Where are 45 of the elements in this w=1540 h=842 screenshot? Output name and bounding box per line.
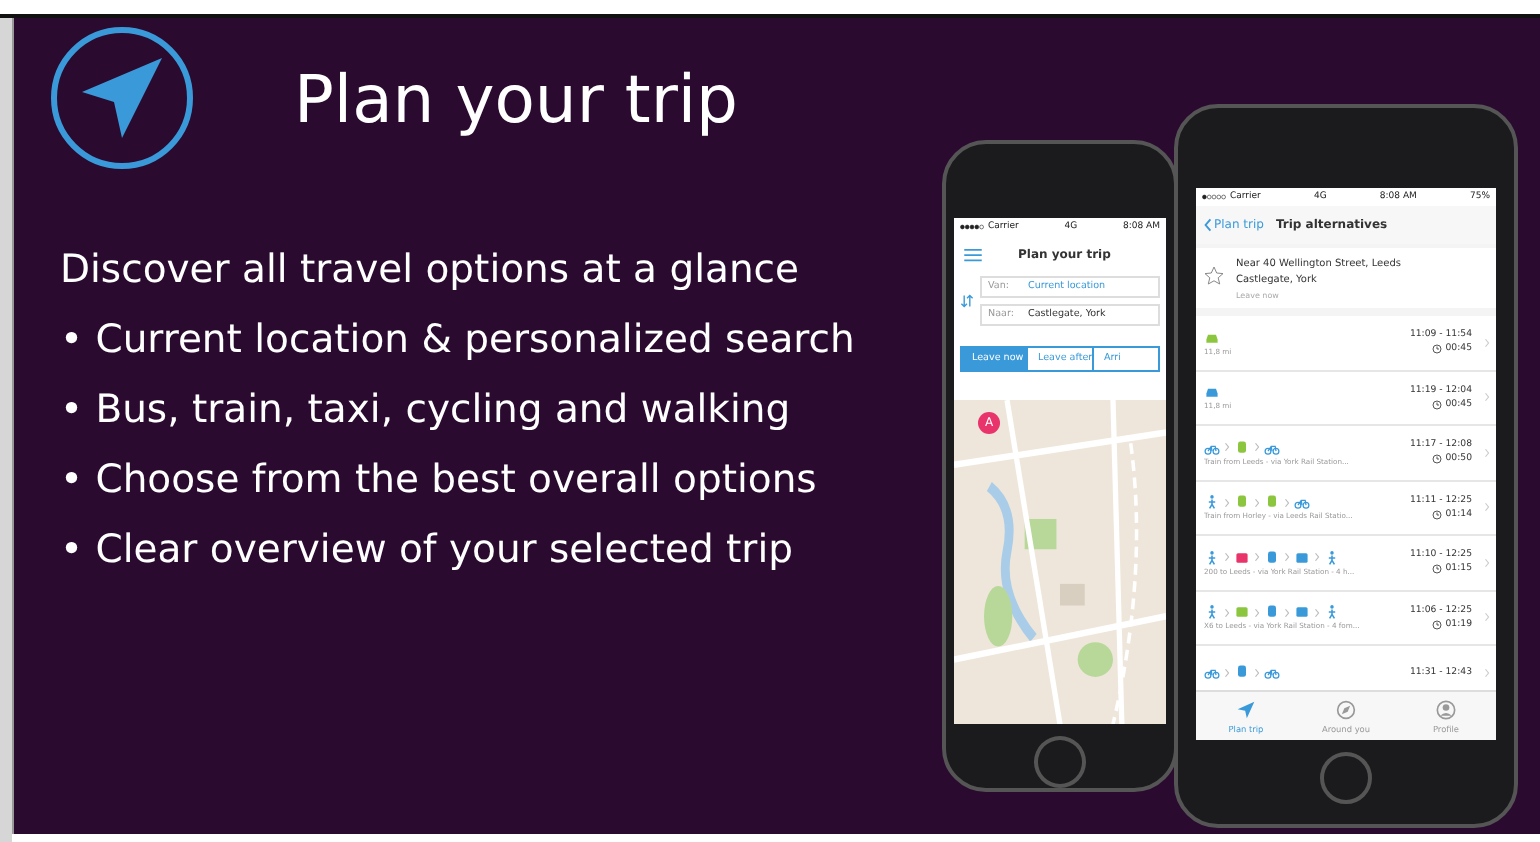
chevron-icon [1224, 552, 1230, 563]
chevron-icon [1254, 442, 1260, 453]
chevron-icon [1484, 667, 1490, 678]
chevron-icon [1314, 607, 1320, 618]
chevron-icon [1254, 607, 1260, 618]
chevron-icon [1484, 502, 1490, 513]
signal-icon [960, 224, 984, 230]
chevron-icon [1254, 667, 1260, 678]
chevron-icon [1224, 667, 1230, 678]
intro-text: Discover all travel options at a glance [60, 246, 800, 292]
slide-title: Plan your trip [294, 59, 739, 137]
bullet-text: • Clear overview of your selected trip [60, 526, 793, 572]
bullet-text: • Choose from the best overall options [60, 456, 817, 502]
swap-icon[interactable] [960, 294, 974, 308]
clock-icon [1431, 344, 1442, 355]
clock-icon [1431, 399, 1442, 410]
profile-icon [1436, 699, 1456, 719]
chevron-icon [1484, 612, 1490, 623]
navigation-arrow-icon [1236, 699, 1256, 719]
clock-icon [1431, 509, 1442, 520]
chevron-icon [1314, 552, 1320, 563]
chevron-icon [1284, 552, 1290, 563]
chevron-icon [1224, 442, 1230, 453]
chevron-icon [1484, 392, 1490, 403]
chevron-icon [1484, 557, 1490, 568]
bullet-text: • Current location & personalized search [60, 316, 855, 362]
chevron-icon [1254, 497, 1260, 508]
clock-icon [1431, 619, 1442, 630]
chevron-icon [1254, 552, 1260, 563]
clock-icon [1431, 454, 1442, 465]
compass-icon [1336, 699, 1356, 719]
chevron-icon [1224, 607, 1230, 618]
menu-icon[interactable] [964, 247, 982, 261]
back-chevron-icon [1204, 218, 1212, 232]
signal-icon [1202, 194, 1226, 200]
chevron-icon [1224, 497, 1230, 508]
clock-icon [1431, 564, 1442, 575]
chevron-icon [1484, 447, 1490, 458]
chevron-icon [1284, 497, 1290, 508]
star-icon[interactable] [1204, 266, 1224, 286]
home-button[interactable] [1320, 752, 1372, 804]
chevron-icon [1284, 607, 1290, 618]
home-button[interactable] [1034, 736, 1086, 788]
chevron-icon [1484, 337, 1490, 348]
bullet-text: • Bus, train, taxi, cycling and walking [60, 386, 791, 432]
